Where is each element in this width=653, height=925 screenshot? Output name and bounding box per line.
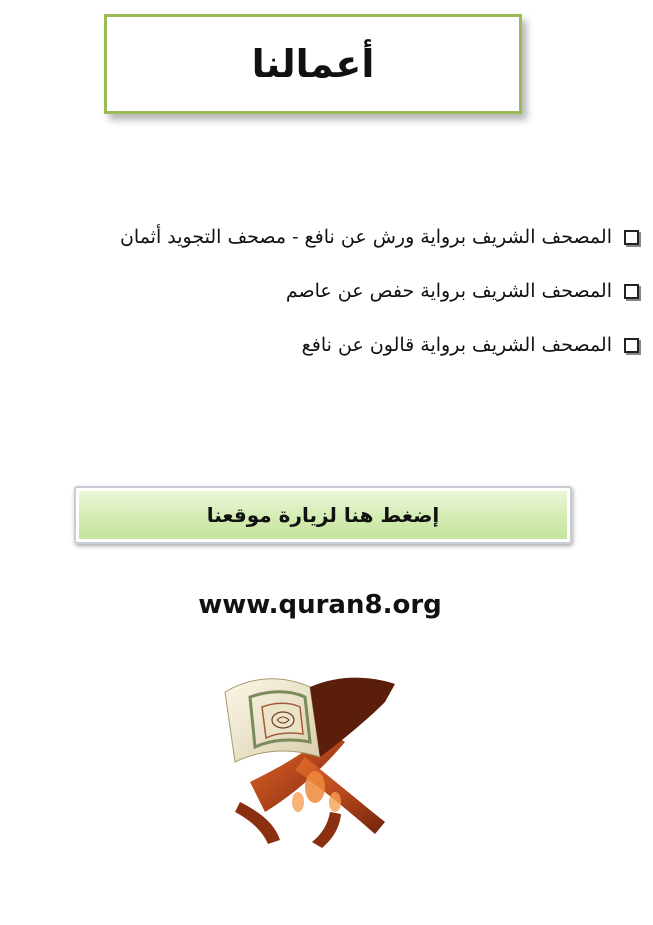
work-label: المصحف الشريف برواية قالون عن نافع — [301, 334, 612, 356]
work-label: المصحف الشريف برواية حفص عن عاصم — [285, 280, 612, 302]
checkbox-icon — [624, 229, 639, 245]
website-link[interactable]: www.quran8.org — [0, 590, 640, 620]
checkbox-icon — [624, 337, 639, 353]
visit-website-button[interactable]: إضغط هنا لزيارة موقعنا — [74, 486, 572, 544]
quran-on-stand-icon — [224, 677, 395, 848]
list-item: المصحف الشريف برواية ورش عن نافع - مصحف … — [9, 210, 639, 264]
page-title: أعمالنا — [251, 42, 375, 86]
works-list: المصحف الشريف برواية ورش عن نافع - مصحف … — [9, 210, 639, 372]
work-label: المصحف الشريف برواية ورش عن نافع - مصحف … — [119, 226, 612, 248]
title-box: أعمالنا — [104, 14, 522, 114]
visit-website-label: إضغط هنا لزيارة موقعنا — [206, 503, 440, 527]
checkbox-icon — [624, 283, 639, 299]
list-item: المصحف الشريف برواية قالون عن نافع — [9, 318, 639, 372]
list-item: المصحف الشريف برواية حفص عن عاصم — [9, 264, 639, 318]
